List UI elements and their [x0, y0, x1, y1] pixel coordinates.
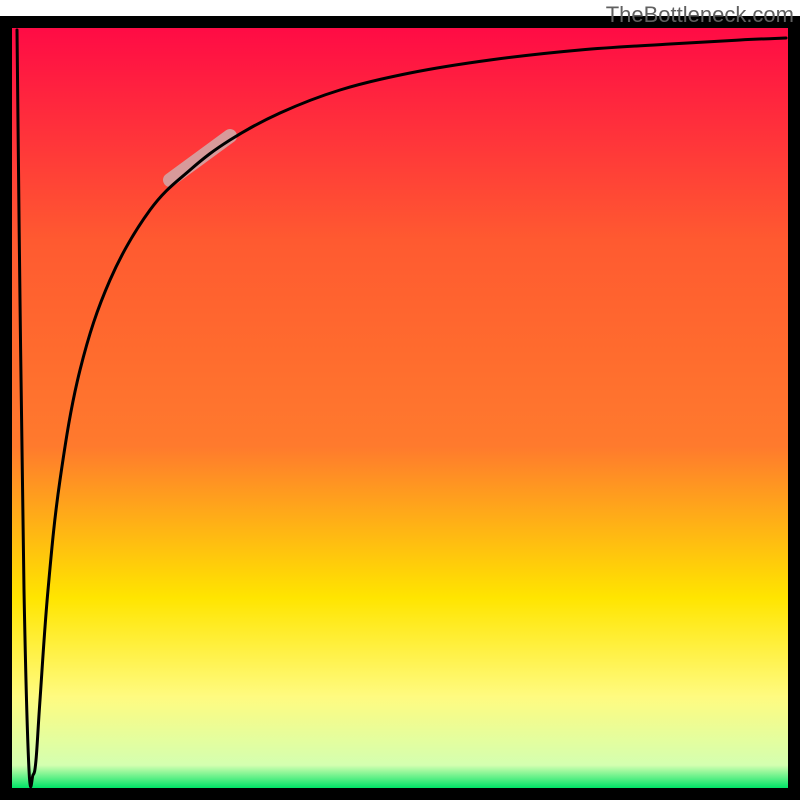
watermark-text: TheBottleneck.com — [606, 2, 794, 28]
chart-container: TheBottleneck.com — [0, 0, 800, 800]
plot-background — [12, 28, 788, 788]
gradient-chart — [0, 0, 800, 800]
